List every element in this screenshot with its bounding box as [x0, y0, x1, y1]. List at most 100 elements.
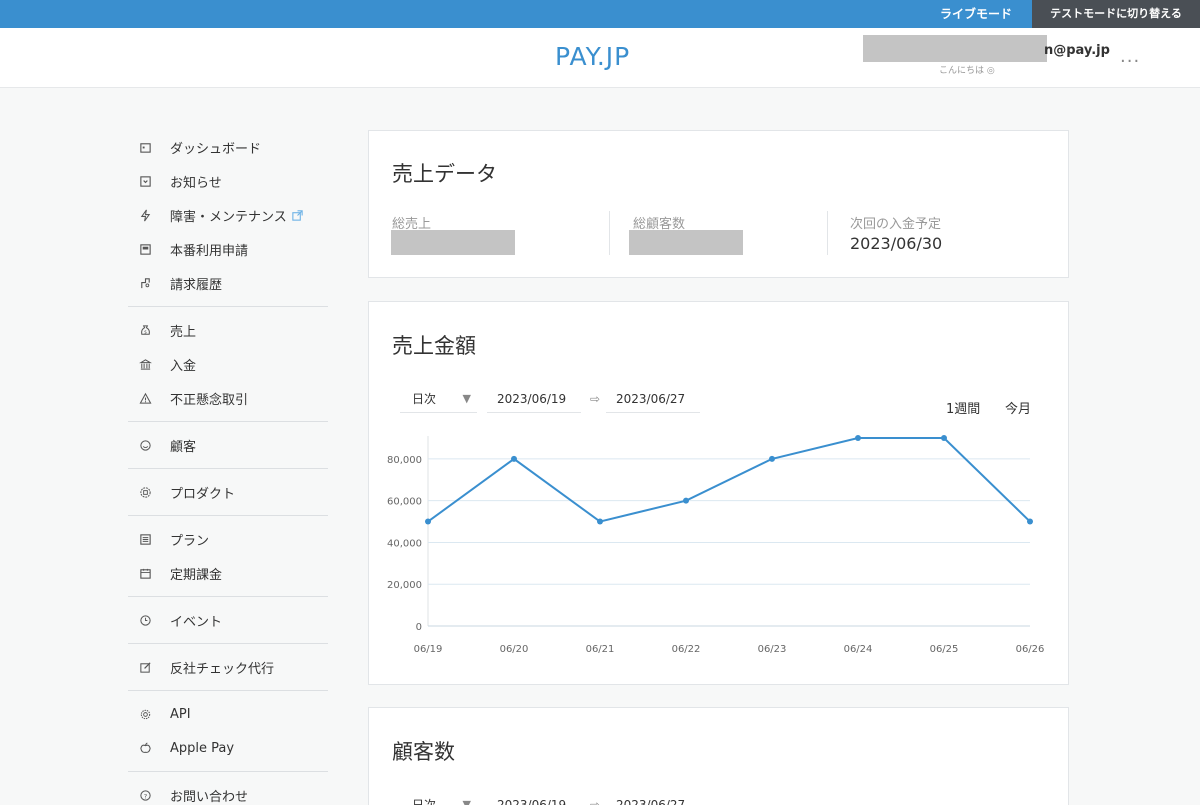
range-week-button[interactable]: 1週間: [946, 398, 980, 417]
warning-icon: [138, 391, 152, 405]
date-to-input[interactable]: 2023/06/27: [606, 387, 700, 413]
sidebar-divider: [128, 421, 328, 422]
caret-down-icon: ▼: [462, 392, 471, 405]
card-title: 売上金額: [392, 334, 476, 358]
sidebar-item-label: プロダクト: [170, 486, 236, 502]
sidebar-item-label: 請求履歴: [170, 277, 223, 293]
x-tick-label: 06/25: [930, 644, 959, 655]
customers-card: 顧客数 日次 ▼ 2023/06/19 ⇨ 2023/06/27: [368, 707, 1069, 805]
sidebar-item-billing-history[interactable]: 請求履歴: [128, 266, 328, 300]
total-customers-redacted: [629, 230, 743, 255]
sidebar-item-apple-pay[interactable]: Apple Pay: [128, 731, 328, 765]
live-mode-label: ライブモード: [939, 7, 1012, 21]
user-email[interactable]: n@pay.jp: [1044, 43, 1110, 58]
package-icon: [138, 485, 152, 499]
money-bag-icon: $: [138, 323, 152, 337]
card-title: 売上データ: [392, 162, 497, 186]
period-select[interactable]: 日次 ▼: [400, 387, 477, 413]
more-icon[interactable]: ...: [1120, 46, 1140, 67]
sidebar-item-contact[interactable]: ? お問い合わせ: [128, 778, 328, 805]
sidebar-item-label: プラン: [170, 533, 210, 549]
clock-icon: [138, 613, 152, 627]
data-point: [425, 518, 431, 525]
sidebar-item-label: 顧客: [170, 439, 197, 455]
switch-test-mode-button[interactable]: テストモードに切り替える: [1032, 0, 1200, 28]
sidebar-divider: [128, 596, 328, 597]
x-tick-label: 06/20: [500, 644, 529, 655]
sidebar-item-notices[interactable]: お知らせ: [128, 164, 328, 198]
sidebar-item-incidents[interactable]: 障害・メンテナンス: [128, 198, 328, 232]
header: PAY.JP n@pay.jp こんにちは ◎ ...: [0, 28, 1200, 88]
sidebar-item-production-apply[interactable]: 本番利用申請: [128, 232, 328, 266]
sidebar-item-label: 定期課金: [170, 567, 223, 583]
sales-line-chart: 0 20,000 40,000 60,000 80,000 06/19 06/20 06/21…: [387, 435, 1045, 655]
sidebar-item-label: 障害・メンテナンス: [170, 209, 287, 225]
data-point: [941, 435, 947, 441]
gear-icon: [138, 707, 152, 721]
data-point: [511, 455, 517, 462]
next-deposit-label: 次回の入金予定: [850, 217, 942, 232]
sidebar-item-sales[interactable]: $ 売上: [128, 313, 328, 347]
y-tick-label: 60,000: [387, 497, 422, 508]
sales-amount-card: 売上金額 日次 ▼ 2023/06/19 ⇨ 2023/06/27 1週間 今月…: [368, 301, 1069, 685]
series-line: [427, 437, 1031, 523]
sidebar-item-plans[interactable]: プラン: [128, 522, 328, 556]
arrow-right-icon: ⇨: [590, 798, 601, 805]
data-point: [1027, 518, 1033, 525]
sidebar-item-label: 不正懸念取引: [170, 392, 249, 408]
x-tick-label: 06/22: [672, 644, 701, 655]
y-tick-label: 40,000: [387, 538, 422, 549]
svg-text:$: $: [144, 329, 147, 335]
sidebar-item-customers[interactable]: 顧客: [128, 428, 328, 462]
period-select-value: 日次: [412, 798, 437, 805]
sidebar-item-antisocial-check[interactable]: 反社チェック代行: [128, 650, 328, 684]
next-deposit-value: 2023/06/30: [850, 234, 943, 253]
date-from-input[interactable]: 2023/06/19: [487, 793, 581, 805]
sidebar-item-fraud[interactable]: 不正懸念取引: [128, 381, 328, 415]
sidebar-divider: [128, 771, 328, 772]
mode-bar: ライブモード テストモードに切り替える: [0, 0, 1200, 28]
sidebar-item-dashboard[interactable]: ダッシュボード: [128, 130, 328, 164]
data-point: [683, 497, 689, 504]
sidebar-item-subscriptions[interactable]: 定期課金: [128, 556, 328, 590]
sidebar-item-api[interactable]: API: [128, 697, 328, 731]
dashboard-icon: [138, 140, 152, 154]
payjp-logo[interactable]: PAY.JP: [555, 42, 630, 71]
sidebar-item-products[interactable]: プロダクト: [128, 475, 328, 509]
y-tick-label: 20,000: [387, 580, 422, 591]
sidebar-divider: [128, 306, 328, 307]
x-tick-label: 06/21: [586, 644, 615, 655]
range-month-button[interactable]: 今月: [1005, 398, 1031, 417]
sidebar-item-label: イベント: [170, 614, 223, 630]
sidebar-item-label: API: [170, 706, 191, 722]
redacted-username: [863, 35, 1047, 62]
help-icon: ?: [138, 788, 152, 802]
sidebar-divider: [128, 515, 328, 516]
smile-icon: [138, 438, 152, 452]
sidebar-divider: [128, 690, 328, 691]
date-from-input[interactable]: 2023/06/19: [487, 387, 581, 413]
sidebar-item-label: お知らせ: [170, 175, 222, 191]
data-point: [855, 435, 861, 441]
date-to-input[interactable]: 2023/06/27: [606, 793, 700, 805]
arrow-right-icon: ⇨: [590, 392, 601, 406]
sidebar-item-label: お問い合わせ: [170, 789, 249, 805]
edit-icon: [138, 660, 152, 674]
external-link-icon: [291, 209, 304, 222]
bank-icon: [138, 357, 152, 371]
sidebar-divider: [128, 643, 328, 644]
divider: [827, 211, 828, 255]
sidebar-item-events[interactable]: イベント: [128, 603, 328, 637]
x-tick-label: 06/23: [758, 644, 787, 655]
sidebar-item-label: 入金: [170, 358, 197, 374]
x-tick-label: 06/26: [1016, 644, 1045, 655]
sidebar-item-deposits[interactable]: 入金: [128, 347, 328, 381]
form-icon: [138, 242, 152, 256]
svg-text:?: ?: [143, 792, 146, 800]
period-select[interactable]: 日次 ▼: [400, 793, 477, 805]
y-tick-label: 80,000: [387, 455, 422, 466]
sidebar-nav: ダッシュボードお知らせ障害・メンテナンス本番利用申請請求履歴 $ 売上入金不正懸念取…: [128, 130, 328, 805]
list-icon: [138, 532, 152, 546]
y-tick-label: 0: [416, 622, 422, 633]
period-select-value: 日次: [412, 392, 437, 406]
